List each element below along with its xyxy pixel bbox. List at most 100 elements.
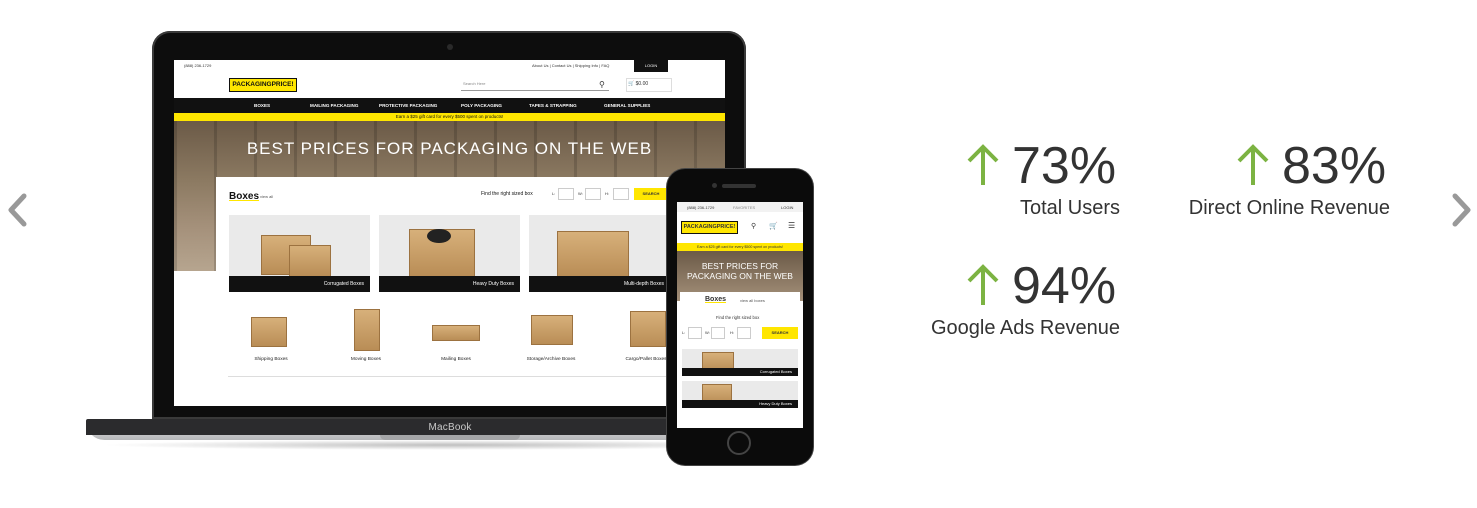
phone-camera	[712, 183, 717, 188]
carousel-prev-button[interactable]	[2, 190, 36, 230]
site-hero-title: BEST PRICES FOR PACKAGING ON THE WEB	[246, 139, 653, 158]
site-promo-banner: Earn a $25 gift card for every $500 spen…	[174, 113, 725, 121]
m-favorites: FAVORITES	[733, 205, 756, 210]
box-image	[251, 317, 287, 347]
site-nav-item: TAPES & STRAPPING	[529, 103, 577, 108]
site-nav-item: POLY PACKAGING	[461, 103, 503, 108]
site-search-underline	[461, 90, 609, 91]
m-panel: Boxes view all boxes Find the right size…	[680, 292, 800, 428]
site-cart-total: $0.00	[635, 81, 649, 87]
chevron-left-icon	[8, 193, 27, 227]
small-category-label: Storage/Archive Boxes	[526, 357, 576, 362]
finder-h-label: H:	[605, 191, 609, 196]
stat-value-total-users: 73%	[1012, 137, 1117, 195]
site-finder-label: Find the right sized box	[481, 191, 533, 197]
stat-label-google-ads-revenue: Google Ads Revenue	[930, 317, 1120, 339]
m-login: LOGIN	[781, 205, 794, 210]
box-image	[557, 231, 629, 277]
m-hero-title-line2: PACKAGING ON THE WEB	[687, 271, 793, 281]
m-category-card: Heavy Duty Boxes	[682, 381, 798, 408]
small-category-image	[336, 305, 396, 353]
m-finder-w-label: W:	[705, 330, 710, 335]
box-image	[354, 309, 380, 351]
category-card: Heavy Duty Boxes	[379, 215, 520, 292]
tape-roll-image	[427, 229, 451, 243]
box-image	[630, 311, 666, 347]
category-caption: Corrugated Boxes	[229, 276, 370, 292]
small-category-image	[426, 305, 486, 353]
site-nav-item: PROTECTIVE PACKAGING	[379, 103, 438, 108]
m-finder-l-label: L:	[682, 330, 686, 335]
cart-icon: 🛒	[628, 81, 635, 87]
category-caption: Heavy Duty Boxes	[379, 276, 520, 292]
phone-screen: (888) 236-1729 FAVORITES LOGIN PACKAGING…	[677, 202, 803, 428]
site-nav-item: MAILING PACKAGING	[310, 103, 359, 108]
site-topbar: (888) 236-1729 About Us | Contact Us | S…	[174, 60, 725, 72]
site-search-input: Search Here	[463, 81, 486, 86]
small-category-label: Moving Boxes	[350, 357, 382, 362]
m-finder-h-input	[737, 327, 751, 339]
m-panel-title: Boxes	[705, 296, 727, 303]
m-category-card: Corrugated Boxes	[682, 349, 798, 376]
finder-h-input	[613, 188, 629, 200]
menu-icon: ☰	[788, 221, 796, 230]
site-login-button: LOGIN	[634, 60, 668, 72]
small-category-label: Shipping Boxes	[254, 357, 288, 362]
m-phone: (888) 236-1729	[687, 205, 715, 210]
finder-w-input	[585, 188, 601, 200]
site-header: PACKAGINGPRICE! Search Here ⚲ 🛒 $0.00	[174, 72, 725, 98]
finder-l-input	[558, 188, 574, 200]
m-finder-w-input	[711, 327, 725, 339]
stat-value-google-ads-revenue: 94%	[1012, 257, 1117, 315]
box-image	[432, 325, 480, 341]
site-panel-viewall: view all	[260, 194, 274, 199]
divider	[228, 376, 725, 377]
m-logo: PACKAGINGPRICE!	[681, 221, 738, 234]
category-card: Multi-depth Boxes	[529, 215, 670, 292]
site-panel-title: Boxes	[229, 191, 260, 202]
m-promo: Earn a $25 gift card for every $500 spen…	[677, 243, 803, 251]
m-finder-l-input	[688, 327, 702, 339]
small-category-image	[241, 305, 301, 353]
m-finder-label: Find the right sized box	[716, 315, 760, 320]
search-icon: ⚲	[599, 80, 605, 89]
chevron-right-icon	[1452, 193, 1471, 227]
site-navbar: BOXES MAILING PACKAGING PROTECTIVE PACKA…	[174, 98, 725, 113]
search-icon: ⚲	[751, 223, 757, 230]
site-nav-item: GENERAL SUPPLIES	[604, 103, 651, 108]
m-finder-h-label: H:	[730, 330, 734, 335]
stat-label-total-users: Total Users	[1019, 197, 1120, 219]
m-hero-title-line1: BEST PRICES FOR	[701, 261, 779, 271]
box-image	[531, 315, 573, 345]
category-card: Corrugated Boxes	[229, 215, 370, 292]
site-boxes-panel: Boxes view all Find the right sized box …	[216, 177, 725, 406]
laptop-screen: (888) 236-1729 About Us | Contact Us | S…	[174, 60, 725, 406]
carousel-next-button[interactable]	[1443, 190, 1477, 230]
finder-w-label: W:	[578, 191, 583, 196]
site-logo: PACKAGINGPRICE!	[229, 78, 297, 92]
m-finder-button: SEARCH	[762, 327, 798, 339]
site-phone: (888) 236-1729	[184, 63, 212, 68]
arrow-up-icon	[967, 264, 999, 305]
laptop-camera	[447, 44, 453, 50]
site-top-links: About Us | Contact Us | Shipping Info | …	[532, 63, 610, 68]
arrow-up-icon	[967, 144, 999, 185]
arrow-up-icon	[1237, 144, 1269, 185]
small-category-label: Mailing Boxes	[441, 357, 471, 362]
category-caption: Multi-depth Boxes	[529, 276, 670, 292]
finder-l-label: L:	[552, 191, 556, 196]
laptop-notch	[380, 435, 520, 440]
laptop-brand-label: MacBook	[428, 422, 472, 433]
stat-value-direct-online-revenue: 83%	[1282, 137, 1387, 195]
cart-icon: 🛒	[769, 223, 778, 230]
m-panel-viewall: view all boxes	[740, 298, 765, 303]
m-category-caption: Heavy Duty Boxes	[682, 400, 798, 408]
phone-speaker	[722, 184, 756, 188]
phone-home-button	[727, 431, 751, 455]
m-category-caption: Corrugated Boxes	[682, 368, 798, 376]
small-category-image	[521, 305, 581, 353]
m-topbar: (888) 236-1729 FAVORITES LOGIN	[677, 202, 803, 212]
site-nav-item: BOXES	[254, 103, 271, 108]
site-cart: 🛒 $0.00	[628, 81, 648, 87]
box-image	[289, 245, 331, 277]
